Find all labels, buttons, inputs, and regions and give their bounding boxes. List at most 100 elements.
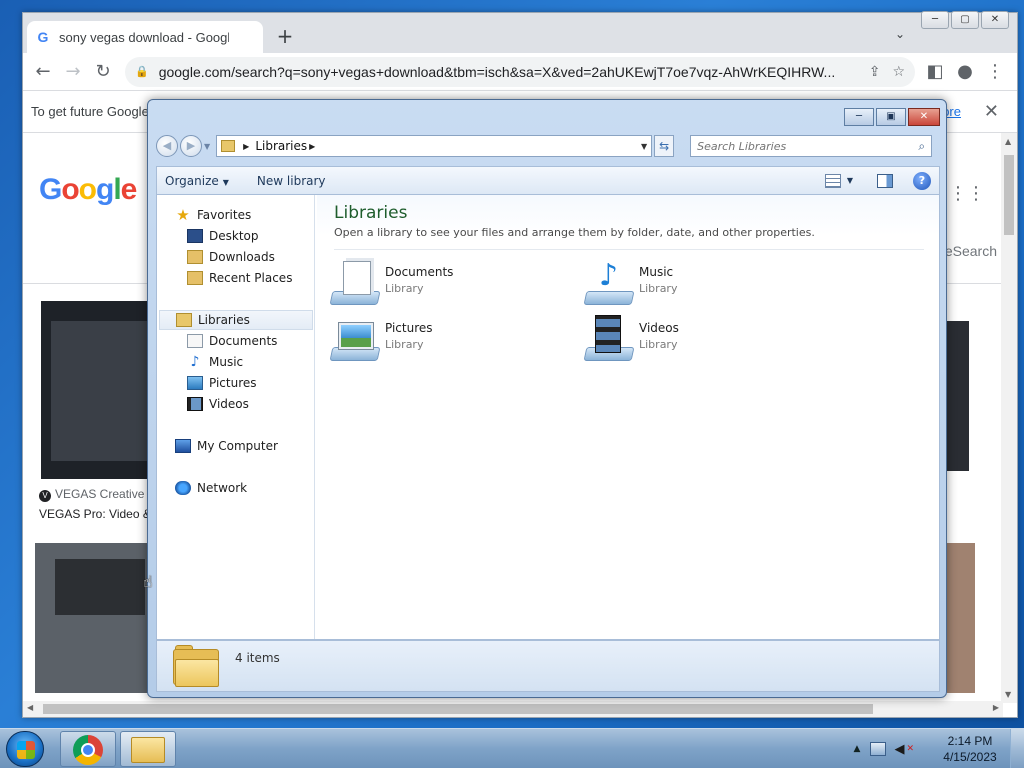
search-icon[interactable]: ⌕ <box>918 139 925 154</box>
image-caption[interactable]: VEGAS Pro: Video & <box>39 507 151 521</box>
library-item-videos[interactable]: Videos Library <box>583 315 679 365</box>
maximize-button[interactable]: ▣ <box>876 108 906 126</box>
nav-item-libraries[interactable]: Libraries <box>159 310 313 330</box>
chrome-menu-icon[interactable]: ⋮ <box>981 58 1009 86</box>
tab-search-chevron-icon[interactable]: ⌄ <box>895 27 905 41</box>
library-item-pictures[interactable]: Pictures Library <box>329 315 433 365</box>
nav-item-recent-places[interactable]: Recent Places <box>187 268 292 288</box>
library-item-music[interactable]: ♪ Music Library <box>583 259 677 309</box>
library-text: Videos Library <box>639 315 679 351</box>
nav-item-network[interactable]: Network <box>175 478 247 498</box>
library-item-documents[interactable]: Documents Library <box>329 259 453 309</box>
back-arrow-icon[interactable]: ← <box>29 58 57 86</box>
scroll-down-icon[interactable]: ▼ <box>1005 690 1011 699</box>
side-panel-icon[interactable]: ◧ <box>921 58 949 86</box>
new-tab-button[interactable]: + <box>273 25 297 49</box>
libraries-icon <box>176 313 192 327</box>
search-box[interactable]: ⌕ <box>690 135 933 157</box>
navigation-pane: ★ Favorites Desktop Downloads Recent Plac… <box>157 195 315 639</box>
desktop-icon <box>187 229 203 243</box>
site-favicon-icon: V <box>39 490 51 502</box>
image-result[interactable] <box>947 543 975 693</box>
search-input[interactable] <box>697 139 919 153</box>
share-icon[interactable]: ⇪ <box>869 64 881 80</box>
videos-library-icon <box>583 315 635 361</box>
start-button[interactable] <box>6 731 44 767</box>
scroll-up-icon[interactable]: ▲ <box>1005 137 1011 146</box>
nav-item-my-computer[interactable]: My Computer <box>175 436 278 456</box>
image-result[interactable] <box>35 543 151 693</box>
address-bar[interactable]: ▶ Libraries ▶ ▼ <box>216 135 653 157</box>
command-bar: Organize ▼ New library ▼ ? <box>156 166 940 194</box>
clock[interactable]: 2:14 PM 4/15/2023 <box>930 733 1010 765</box>
image-result[interactable] <box>947 321 969 471</box>
image-thumbnail <box>51 321 147 461</box>
organize-label: Organize <box>165 173 219 188</box>
organize-menu[interactable]: Organize ▼ <box>165 174 229 188</box>
help-icon[interactable]: ? <box>913 171 931 190</box>
vertical-scrollbar[interactable]: ▲ ▼ <box>1001 133 1017 703</box>
recent-pages-chevron-icon[interactable]: ▼ <box>204 142 210 151</box>
horizontal-scrollbar[interactable]: ◀ ▶ <box>23 701 1003 717</box>
new-library-button[interactable]: New library <box>257 174 326 188</box>
change-view-icon[interactable] <box>824 173 841 188</box>
nav-label: Documents <box>209 334 278 348</box>
breadcrumb-arrow-icon[interactable]: ▶ <box>309 142 315 151</box>
refresh-icon[interactable]: ⇆ <box>654 135 675 157</box>
nav-item-downloads[interactable]: Downloads <box>187 247 275 267</box>
minimize-button[interactable]: ─ <box>921 11 949 29</box>
library-type: Library <box>385 282 424 295</box>
network-status-icon[interactable] <box>870 742 887 756</box>
close-button[interactable]: ✕ <box>908 108 940 126</box>
lock-icon: 🔒 <box>135 65 149 78</box>
image-thumbnail <box>55 559 145 615</box>
taskbar-explorer-button[interactable] <box>120 731 176 767</box>
nav-item-desktop[interactable]: Desktop <box>187 226 259 246</box>
library-text: Pictures Library <box>385 315 433 351</box>
image-result[interactable] <box>41 301 151 479</box>
address-dropdown-icon[interactable]: ▼ <box>641 142 647 151</box>
scroll-left-icon[interactable]: ◀ <box>27 703 33 712</box>
breadcrumb[interactable]: Libraries <box>255 139 307 153</box>
nav-item-pictures[interactable]: Pictures <box>187 373 257 393</box>
taskbar-chrome-button[interactable] <box>60 731 116 767</box>
breadcrumb-arrow-icon[interactable]: ▶ <box>243 142 249 151</box>
scrollbar-thumb[interactable] <box>43 704 873 714</box>
scroll-right-icon[interactable]: ▶ <box>993 703 999 712</box>
divider <box>334 249 924 250</box>
preview-pane-icon[interactable] <box>877 173 893 188</box>
music-icon: ♪ <box>190 354 200 370</box>
show-desktop-button[interactable] <box>1010 729 1024 768</box>
reload-icon[interactable]: ↻ <box>89 58 117 86</box>
address-url[interactable]: google.com/search?q=sony+vegas+download&… <box>159 64 857 80</box>
view-options-chevron-icon[interactable]: ▼ <box>847 176 853 185</box>
minimize-button[interactable]: ─ <box>844 108 874 126</box>
nav-item-music[interactable]: ♪ Music <box>187 352 244 372</box>
close-button[interactable]: ✕ <box>981 11 1009 29</box>
nav-item-documents[interactable]: Documents <box>187 331 277 351</box>
chrome-window-controls: ─ ▢ ✕ <box>921 11 1009 29</box>
image-source[interactable]: V VEGAS Creative S <box>39 487 156 502</box>
nav-item-videos[interactable]: Videos <box>187 394 249 414</box>
profile-avatar-icon[interactable]: ● <box>951 58 979 86</box>
maximize-button[interactable]: ▢ <box>951 11 979 29</box>
scrollbar-thumb[interactable] <box>1004 155 1014 235</box>
nav-item-favorites[interactable]: ★ Favorites <box>175 205 251 225</box>
forward-arrow-icon[interactable]: ▶ <box>180 135 202 157</box>
address-bar[interactable]: 🔒 google.com/search?q=sony+vegas+downloa… <box>125 56 915 87</box>
nav-label: Recent Places <box>209 271 293 285</box>
show-hidden-icons-icon[interactable]: ▲ <box>854 744 861 754</box>
documents-icon <box>187 334 203 348</box>
infobar-close-icon[interactable]: ✕ <box>984 101 999 122</box>
chrome-tab[interactable]: G sony vegas download - Google Search <box>27 21 263 53</box>
library-text: Music Library <box>639 259 677 295</box>
google-logo[interactable]: Google <box>39 173 137 207</box>
star-icon: ★ <box>176 206 190 224</box>
safesearch-label[interactable]: eSearch <box>945 243 997 259</box>
back-arrow-icon[interactable]: ◀ <box>156 135 178 157</box>
bookmark-star-icon[interactable]: ☆ <box>892 64 905 80</box>
computer-icon <box>175 439 191 453</box>
clock-date: 4/15/2023 <box>943 750 997 764</box>
volume-icon[interactable]: ◀ <box>894 742 904 757</box>
forward-arrow-icon[interactable]: → <box>59 58 87 86</box>
